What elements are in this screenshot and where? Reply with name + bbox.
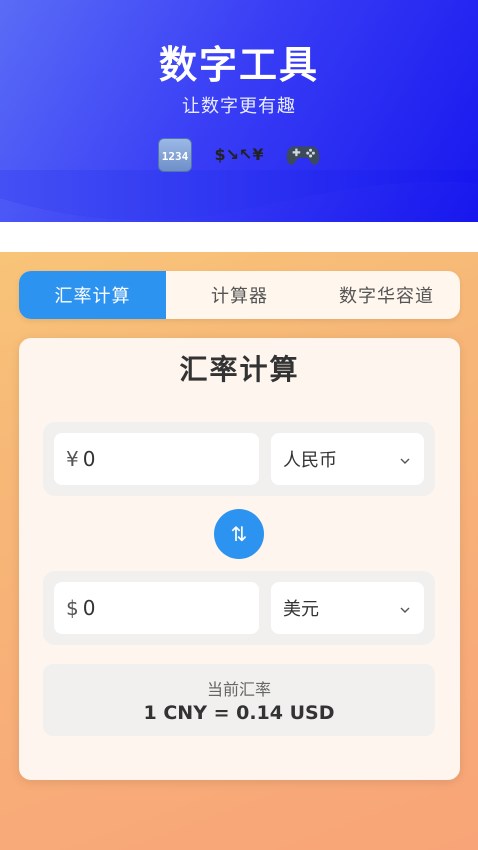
app-title: 数字工具 xyxy=(158,43,319,87)
numbers-icon: 12 34 xyxy=(158,138,192,172)
to-row: $ 0 美元 xyxy=(43,571,435,645)
from-amount-input[interactable]: ¥ 0 xyxy=(54,433,259,485)
tab-number-puzzle[interactable]: 数字华容道 xyxy=(313,271,460,319)
tab-bar: 汇率计算 计算器 数字华容道 xyxy=(19,271,460,319)
to-amount-value: 0 xyxy=(82,596,96,620)
chevron-down-icon xyxy=(400,449,410,470)
to-currency-label: 美元 xyxy=(283,599,319,620)
chevron-down-icon xyxy=(400,598,410,619)
feature-icons: 12 34 $↘ ↖¥ xyxy=(0,138,478,172)
rate-value: 1 CNY = 0.14 USD xyxy=(143,702,335,724)
swap-icon: ⇅ xyxy=(230,522,248,546)
from-row: ¥ 0 人民币 xyxy=(43,422,435,496)
cny-symbol: ¥ xyxy=(66,447,79,471)
gamepad-icon xyxy=(286,138,320,172)
swap-currency-button[interactable]: ⇅ xyxy=(214,509,264,559)
header: 数字工具 让数字更有趣 12 34 $↘ ↖¥ xyxy=(0,0,478,252)
usd-symbol: $ xyxy=(66,596,79,620)
to-amount-input[interactable]: $ 0 xyxy=(54,582,259,634)
from-currency-select[interactable]: 人民币 xyxy=(271,433,424,485)
rate-display: 当前汇率 1 CNY = 0.14 USD xyxy=(43,664,435,736)
from-currency-label: 人民币 xyxy=(283,450,337,471)
from-amount-value: 0 xyxy=(82,447,96,471)
wave-divider xyxy=(0,170,478,220)
tab-calculator[interactable]: 计算器 xyxy=(166,271,313,319)
currency-exchange-icon: $↘ ↖¥ xyxy=(214,145,264,164)
app-subtitle: 让数字更有趣 xyxy=(182,96,296,117)
tab-exchange-rate[interactable]: 汇率计算 xyxy=(19,271,166,319)
card-title: 汇率计算 xyxy=(179,353,300,386)
to-currency-select[interactable]: 美元 xyxy=(271,582,424,634)
exchange-card: 汇率计算 ¥ 0 人民币 ⇅ $ 0 美元 当前汇率 1 CNY = 0.14 … xyxy=(19,338,460,780)
rate-label: 当前汇率 xyxy=(206,680,271,699)
